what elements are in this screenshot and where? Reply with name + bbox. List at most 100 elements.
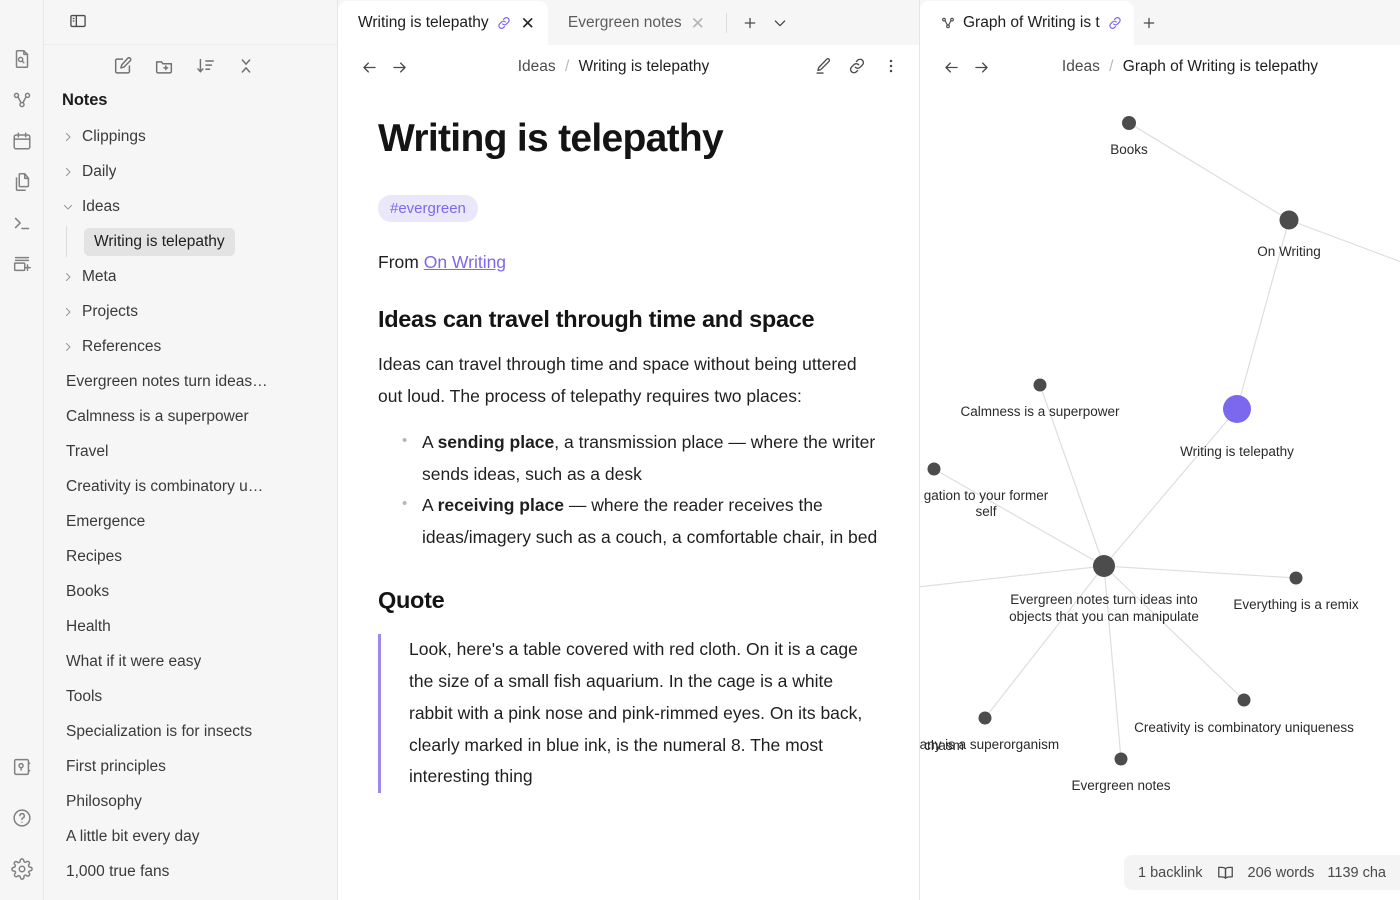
graph-node-everything-remix[interactable] bbox=[1289, 571, 1303, 585]
file-item[interactable]: Recipes bbox=[44, 539, 337, 574]
file-item[interactable]: What if it were easy bbox=[44, 644, 337, 679]
breadcrumb-parent[interactable]: Ideas bbox=[518, 58, 556, 75]
link-icon[interactable] bbox=[1107, 15, 1123, 31]
app-window: Notes Clippings Daily Ideas Writing is tele… bbox=[0, 0, 1400, 900]
graph-node-on-writing[interactable] bbox=[1279, 210, 1299, 230]
close-tab-button[interactable]: ✕ bbox=[519, 15, 537, 32]
chevron-right-icon[interactable] bbox=[62, 166, 82, 178]
file-item[interactable]: First principles bbox=[44, 749, 337, 784]
graph-forward-button[interactable] bbox=[966, 52, 996, 82]
section-heading-quote: Quote bbox=[378, 587, 445, 614]
folder-item-meta[interactable]: Meta bbox=[44, 259, 337, 294]
folder-item-ideas[interactable]: Ideas bbox=[44, 189, 337, 224]
places-list: A sending place, a transmission place — … bbox=[378, 427, 879, 554]
graph-back-button[interactable] bbox=[936, 52, 966, 82]
more-options-button[interactable] bbox=[881, 56, 903, 78]
folder-item-daily[interactable]: Daily bbox=[44, 154, 337, 189]
file-item[interactable]: Tools bbox=[44, 679, 337, 714]
file-item[interactable]: A little bit every day bbox=[44, 819, 337, 854]
vault-switcher-icon[interactable] bbox=[11, 756, 33, 778]
file-label: Writing is telepathy bbox=[84, 227, 235, 256]
graph-node-books[interactable] bbox=[1122, 116, 1136, 130]
new-canvas-icon[interactable] bbox=[11, 253, 33, 275]
file-item[interactable]: Calmness is a superpower bbox=[44, 399, 337, 434]
file-item-writing-is-telepathy[interactable]: Writing is telepathy bbox=[44, 224, 337, 259]
backlink-count[interactable]: 1 backlink bbox=[1138, 865, 1202, 881]
page-title: Writing is telepathy bbox=[378, 117, 724, 160]
graph-node-obligation[interactable] bbox=[927, 462, 941, 476]
graph-edges bbox=[920, 122, 1400, 760]
tab-evergreen-notes[interactable]: Evergreen notes ✕ bbox=[548, 1, 718, 45]
tab-label: Writing is telepathy bbox=[358, 14, 489, 31]
from-prefix: From bbox=[378, 252, 424, 272]
file-label: Philosophy bbox=[66, 792, 142, 810]
file-label: Travel bbox=[66, 442, 109, 460]
copy-files-icon[interactable] bbox=[11, 171, 33, 193]
file-item[interactable]: Creativity is combinatory u… bbox=[44, 469, 337, 504]
file-search-icon[interactable] bbox=[11, 48, 33, 70]
star-icon[interactable] bbox=[0, 5, 9, 37]
file-item[interactable]: Travel bbox=[44, 434, 337, 469]
graph-breadcrumb-current: Graph of Writing is telepathy bbox=[1122, 58, 1319, 75]
new-folder-button[interactable] bbox=[153, 55, 177, 79]
file-item[interactable]: Philosophy bbox=[44, 784, 337, 819]
file-item[interactable]: 1,000 true fans bbox=[44, 854, 337, 889]
graph-node-writing-telepathy[interactable] bbox=[1223, 395, 1251, 423]
folder-item-references[interactable]: References bbox=[44, 329, 337, 364]
chevron-right-icon[interactable] bbox=[62, 341, 82, 353]
folder-label: Projects bbox=[82, 302, 138, 320]
forward-button[interactable] bbox=[384, 52, 414, 82]
help-icon[interactable] bbox=[11, 807, 33, 829]
chevron-right-icon[interactable] bbox=[62, 131, 82, 143]
graph-breadcrumb-parent[interactable]: Ideas bbox=[1062, 58, 1100, 75]
on-writing-link[interactable]: On Writing bbox=[424, 252, 506, 272]
tag-evergreen[interactable]: #evergreen bbox=[378, 195, 478, 222]
graph-node-company-super[interactable] bbox=[978, 711, 992, 725]
status-bar: 1 backlink 206 words 1139 cha bbox=[1124, 855, 1400, 890]
file-label: Recipes bbox=[66, 547, 122, 565]
graph-view-icon[interactable] bbox=[11, 89, 33, 111]
chevron-down-icon[interactable] bbox=[62, 201, 82, 213]
calendar-icon[interactable] bbox=[11, 130, 33, 152]
graph-node-calmness[interactable] bbox=[1033, 378, 1047, 392]
file-label: Specialization is for insects bbox=[66, 722, 253, 740]
graph-node-evergreen-notes[interactable] bbox=[1114, 752, 1128, 766]
tab-graph-of-writing-is-t[interactable]: Graph of Writing is t bbox=[920, 1, 1134, 45]
rail-top-group bbox=[11, 0, 33, 275]
paragraph-ideas: Ideas can travel through time and space … bbox=[378, 354, 857, 406]
file-item[interactable]: Evergreen notes turn ideas… bbox=[44, 364, 337, 399]
tab-writing-is-telepathy[interactable]: Writing is telepathy ✕ bbox=[338, 1, 548, 45]
breadcrumb: Ideas / Writing is telepathy bbox=[414, 58, 813, 76]
folder-item-clippings[interactable]: Clippings bbox=[44, 119, 337, 154]
file-label: Books bbox=[66, 582, 110, 600]
chevron-right-icon[interactable] bbox=[62, 271, 82, 283]
back-button[interactable] bbox=[354, 52, 384, 82]
word-count: 206 words bbox=[1247, 864, 1315, 881]
link-icon[interactable] bbox=[496, 15, 512, 31]
graph-node-evergreen-turn[interactable] bbox=[1093, 555, 1115, 577]
file-label: Calmness is a superpower bbox=[66, 407, 249, 425]
quote-text: Look, here's a table covered with red cl… bbox=[409, 639, 863, 787]
graph-node-creativity[interactable] bbox=[1237, 693, 1251, 707]
sort-button[interactable] bbox=[194, 55, 218, 79]
right-breadcrumb-bar: Ideas / Graph of Writing is telepathy bbox=[920, 45, 1400, 89]
file-item[interactable]: Health bbox=[44, 609, 337, 644]
file-item[interactable]: Emergence bbox=[44, 504, 337, 539]
edit-button[interactable] bbox=[813, 56, 835, 78]
folder-item-projects[interactable]: Projects bbox=[44, 294, 337, 329]
link-button[interactable] bbox=[847, 56, 869, 78]
settings-icon[interactable] bbox=[10, 858, 33, 880]
close-tab-button[interactable]: ✕ bbox=[689, 15, 707, 32]
graph-canvas[interactable]: Books On Writing Calmness is a superpower W… bbox=[920, 89, 1400, 900]
tab-list-dropdown-button[interactable] bbox=[765, 8, 795, 38]
new-tab-button[interactable] bbox=[1134, 8, 1164, 38]
new-note-button[interactable] bbox=[112, 55, 136, 79]
collapse-all-button[interactable] bbox=[235, 55, 259, 79]
right-tab-strip: Graph of Writing is t bbox=[920, 0, 1400, 45]
file-item[interactable]: Books bbox=[44, 574, 337, 609]
new-tab-button[interactable] bbox=[735, 8, 765, 38]
terminal-icon[interactable] bbox=[11, 212, 33, 234]
chevron-right-icon[interactable] bbox=[62, 306, 82, 318]
file-item[interactable]: Specialization is for insects bbox=[44, 714, 337, 749]
toggle-right-sidebar-icon[interactable] bbox=[61, 5, 95, 37]
